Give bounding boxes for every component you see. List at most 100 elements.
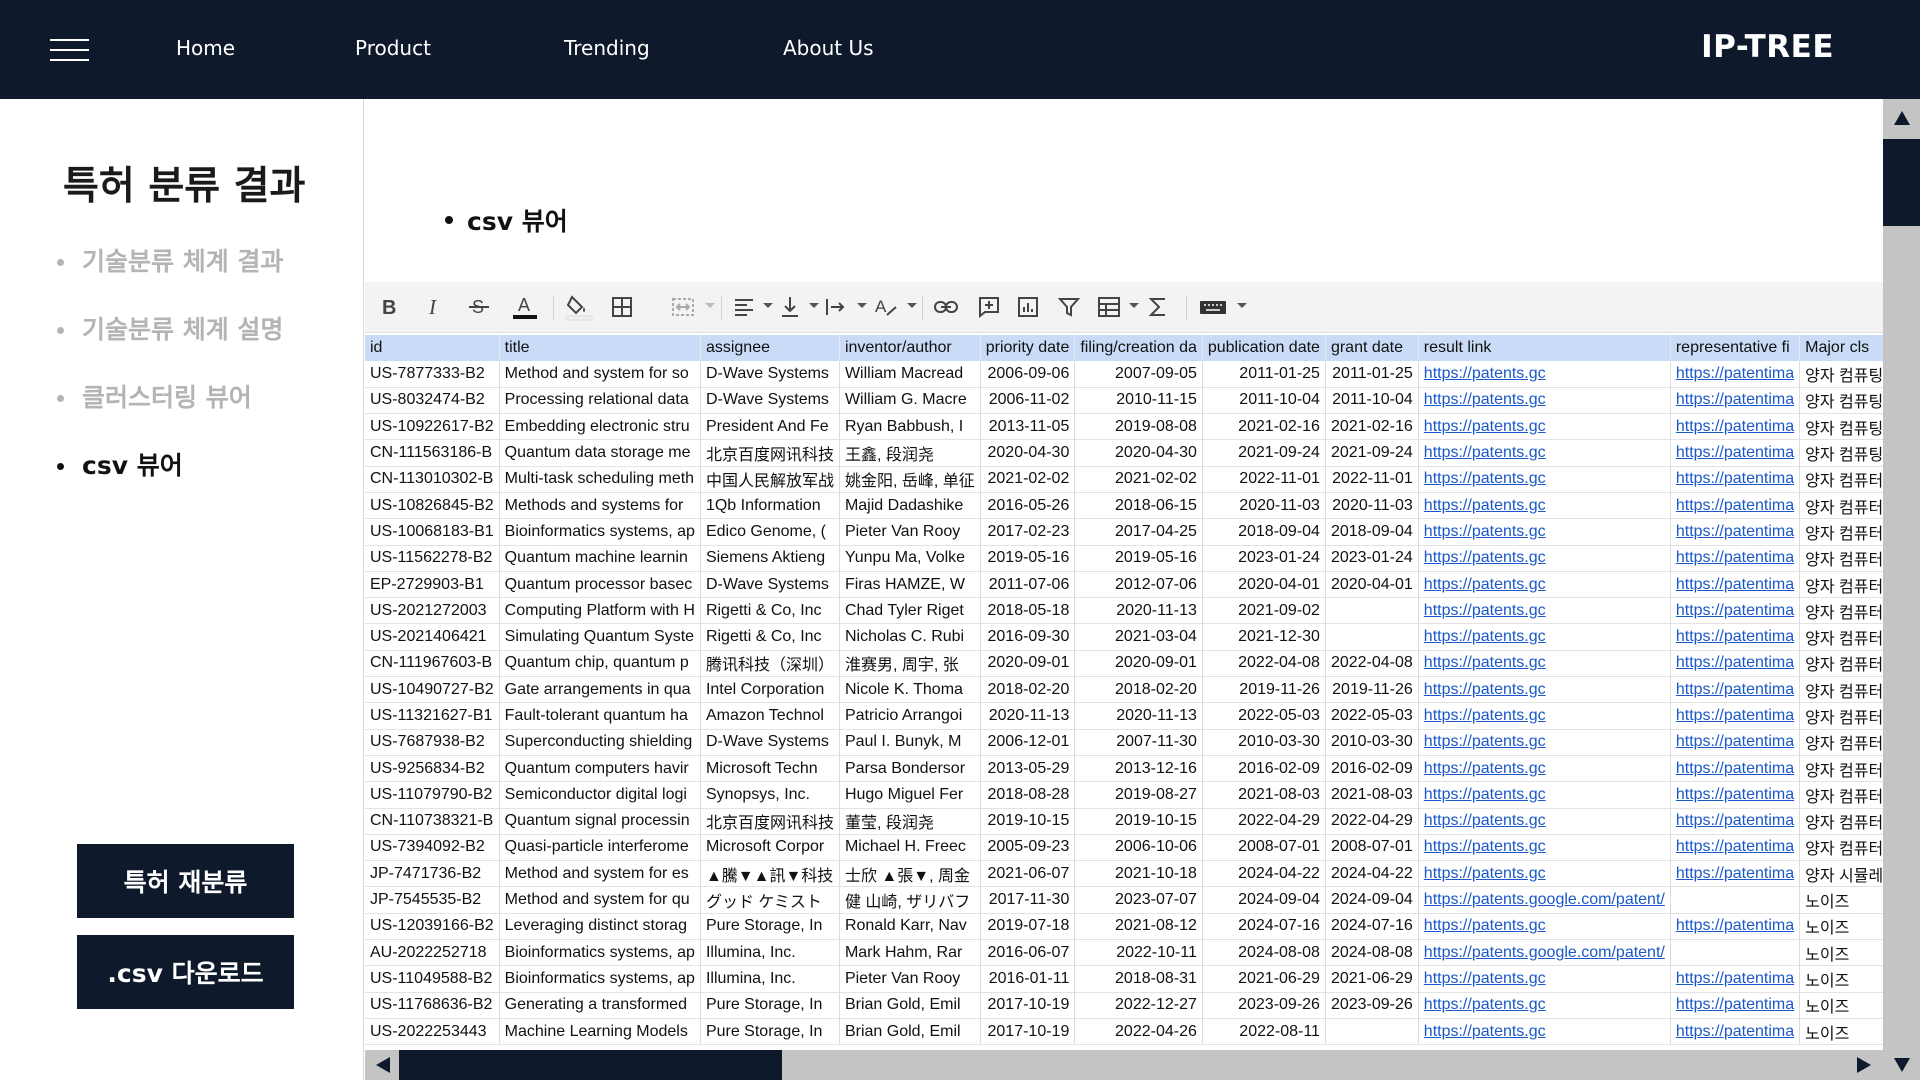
align-dropdown-icon[interactable] xyxy=(763,303,773,308)
table-cell[interactable]: Edico Genome, ( xyxy=(700,518,840,546)
table-cell[interactable]: Amazon Technol xyxy=(700,702,840,730)
table-cell[interactable]: https://patentima xyxy=(1670,676,1801,704)
table-cell[interactable]: US-10922617-B2 xyxy=(365,413,500,441)
table-cell[interactable]: 2024-09-04 xyxy=(1325,886,1419,914)
table-cell[interactable]: Bioinformatics systems, ap xyxy=(499,939,701,967)
table-cell[interactable]: 2018-09-04 xyxy=(1202,518,1326,546)
table-cell[interactable]: Pieter Van Rooy xyxy=(839,518,981,546)
column-header[interactable]: title xyxy=(499,335,701,361)
table-cell[interactable]: Illumina, Inc. xyxy=(700,939,840,967)
table-cell[interactable]: President And Fe xyxy=(700,413,840,441)
sidebar-item-tech-classification-result[interactable]: 기술분류 체계 결과 xyxy=(55,247,283,315)
table-cell[interactable]: US-10068183-B1 xyxy=(365,518,500,546)
table-cell[interactable]: 양자 컴퓨터 응용 시스템 xyxy=(1799,518,1883,546)
table-cell[interactable]: 2023-07-07 xyxy=(1074,886,1203,914)
sidebar-item-csv-viewer[interactable]: csv 뷰어 xyxy=(55,451,283,519)
table-row[interactable]: US-11079790-B2 Semiconductor digital logi… xyxy=(365,781,1883,809)
table-cell[interactable]: https://patents.gc xyxy=(1418,755,1671,783)
table-cell[interactable]: Semiconductor digital logi xyxy=(499,781,701,809)
keyboard-icon[interactable] xyxy=(1195,292,1231,322)
table-cell[interactable]: 2022-11-01 xyxy=(1325,466,1419,493)
table-cell[interactable]: 양자 컴퓨터 하드웨어 xyxy=(1799,702,1883,730)
table-cell[interactable] xyxy=(1670,886,1801,914)
table-cell[interactable]: 2018-02-20 xyxy=(1074,676,1203,704)
vertical-align-icon[interactable] xyxy=(778,292,802,322)
table-cell[interactable]: Synopsys, Inc. xyxy=(700,781,840,809)
table-cell[interactable]: https://patentima xyxy=(1670,466,1801,493)
table-cell[interactable]: 양자 컴퓨터 하드웨어 xyxy=(1799,597,1883,625)
table-row[interactable]: US-9256834-B2 Quantum computers havir Micr… xyxy=(365,755,1883,783)
table-cell[interactable]: Bioinformatics systems, ap xyxy=(499,518,701,546)
table-cell[interactable]: 노이즈 xyxy=(1799,886,1883,914)
table-cell[interactable]: https://patents.gc xyxy=(1418,808,1671,835)
table-cell[interactable]: https://patentima xyxy=(1670,518,1801,546)
table-cell[interactable]: 2019-05-16 xyxy=(980,545,1076,572)
table-cell[interactable]: https://patents.gc xyxy=(1418,623,1671,651)
table-cell[interactable]: 2016-02-09 xyxy=(1202,755,1326,783)
table-cell[interactable]: 2024-09-04 xyxy=(1202,886,1326,914)
table-cell[interactable]: Quantum data storage me xyxy=(499,439,701,467)
table-cell[interactable]: 2008-07-01 xyxy=(1202,834,1326,862)
table-cell[interactable]: US-10826845-B2 xyxy=(365,492,500,520)
table-cell[interactable]: US-12039166-B2 xyxy=(365,913,500,941)
table-cell[interactable]: Siemens Aktieng xyxy=(700,545,840,572)
table-cell[interactable]: https://patentima xyxy=(1670,965,1801,993)
table-cell[interactable]: 양자 컴퓨팅 시스템 xyxy=(1799,361,1883,388)
table-cell[interactable]: https://patents.gc xyxy=(1418,860,1671,888)
table-cell[interactable]: 2011-10-04 xyxy=(1202,387,1326,415)
table-cell[interactable]: 2024-07-16 xyxy=(1325,913,1419,941)
table-cell[interactable]: 2005-09-23 xyxy=(980,834,1076,862)
reclassify-button[interactable]: 특허 재분류 xyxy=(77,844,294,918)
table-cell[interactable]: Rigetti & Co, Inc xyxy=(700,597,840,625)
table-row[interactable]: US-11049588-B2 Bioinformatics systems, ap… xyxy=(365,965,1883,993)
table-cell[interactable]: 2007-11-30 xyxy=(1074,729,1203,756)
wrap-dropdown-icon[interactable] xyxy=(857,303,867,308)
table-cell[interactable]: 士欣 ▲張▼, 周金 xyxy=(839,860,981,888)
table-cell[interactable]: 2024-08-08 xyxy=(1325,939,1419,967)
filter-icon[interactable] xyxy=(1057,292,1081,322)
table-cell[interactable]: D-Wave Systems xyxy=(700,729,840,756)
table-cell[interactable]: https://patents.gc xyxy=(1418,702,1671,730)
table-cell[interactable]: https://patents.gc xyxy=(1418,913,1671,941)
table-cell[interactable]: CN-111563186-B xyxy=(365,439,500,467)
table-cell[interactable]: Quantum processor basec xyxy=(499,571,701,599)
table-row[interactable]: US-7394092-B2 Quasi-particle interferome M… xyxy=(365,834,1883,862)
table-cell[interactable]: https://patentima xyxy=(1670,755,1801,783)
table-cell[interactable]: 2021-06-29 xyxy=(1202,965,1326,993)
table-cell[interactable]: 2020-04-30 xyxy=(980,439,1076,467)
table-cell[interactable]: William Macread xyxy=(839,361,981,388)
table-cell[interactable]: 2022-04-08 xyxy=(1202,650,1326,678)
table-cell[interactable]: https://patentima xyxy=(1670,545,1801,572)
table-cell[interactable]: Ryan Babbush, I xyxy=(839,413,981,441)
sidebar-item-clustering-viewer[interactable]: 클러스터링 뷰어 xyxy=(55,383,283,451)
table-cell[interactable]: 2018-08-31 xyxy=(1074,965,1203,993)
table-cell[interactable]: Parsa Bondersor xyxy=(839,755,981,783)
borders-icon[interactable] xyxy=(609,292,635,322)
table-cell[interactable]: Microsoft Techn xyxy=(700,755,840,783)
scroll-down-icon[interactable] xyxy=(1894,1058,1910,1072)
table-cell[interactable]: 2023-09-26 xyxy=(1325,992,1419,1019)
table-cell[interactable]: 北京百度网讯科技 xyxy=(700,439,840,467)
table-cell[interactable]: Firas HAMZE, W xyxy=(839,571,981,599)
table-cell[interactable]: https://patents.gc xyxy=(1418,965,1671,993)
table-cell[interactable]: D-Wave Systems xyxy=(700,361,840,388)
table-cell[interactable]: 2021-02-02 xyxy=(1074,466,1203,493)
table-cell[interactable]: 2016-06-07 xyxy=(980,939,1076,967)
table-cell[interactable]: Illumina, Inc. xyxy=(700,965,840,993)
table-cell[interactable]: 2013-05-29 xyxy=(980,755,1076,783)
table-cell[interactable]: https://patentima xyxy=(1670,808,1801,835)
table-cell[interactable]: 2021-02-16 xyxy=(1325,413,1419,441)
table-cell[interactable]: Pure Storage, In xyxy=(700,1018,840,1046)
table-cell[interactable]: 2011-10-04 xyxy=(1325,387,1419,415)
table-cell[interactable]: https://patentima xyxy=(1670,834,1801,862)
table-cell[interactable]: 2010-11-15 xyxy=(1074,387,1203,415)
table-cell[interactable]: https://patents.gc xyxy=(1418,361,1671,388)
table-cell[interactable]: 2024-04-22 xyxy=(1202,860,1326,888)
table-cell[interactable]: ▲騰▼▲訊▼科技 xyxy=(700,860,840,888)
table-cell[interactable]: Mark Hahm, Rar xyxy=(839,939,981,967)
horizontal-scroll-thumb[interactable] xyxy=(399,1050,782,1080)
table-cell[interactable]: 2024-07-16 xyxy=(1202,913,1326,941)
table-cell[interactable]: Quantum signal processin xyxy=(499,808,701,835)
table-cell[interactable]: 2016-02-09 xyxy=(1325,755,1419,783)
table-cell[interactable]: 노이즈 xyxy=(1799,939,1883,967)
